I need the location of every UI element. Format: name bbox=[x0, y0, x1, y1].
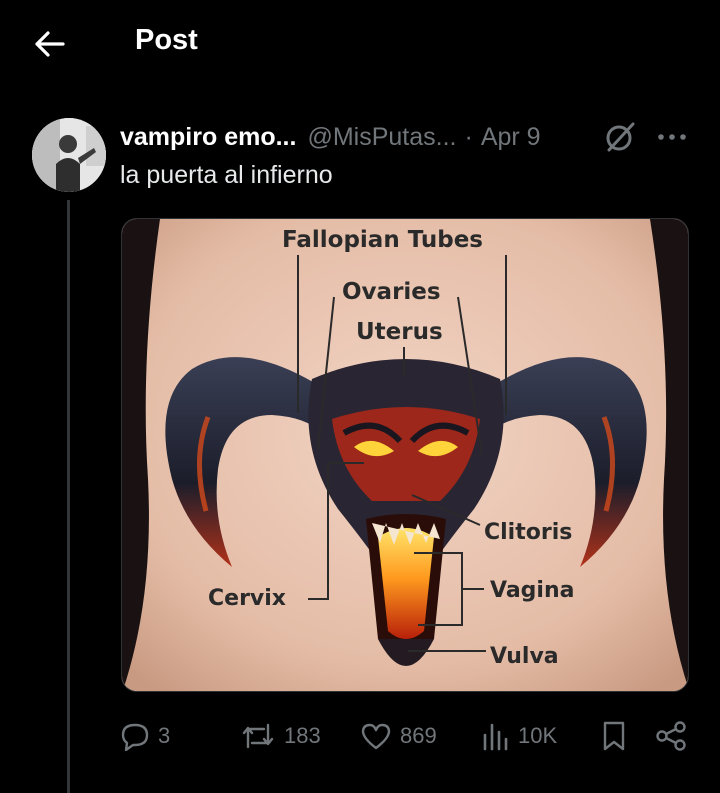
label-vagina: Vagina bbox=[490, 578, 574, 603]
reply-icon bbox=[121, 723, 149, 751]
arrow-left-icon bbox=[35, 31, 65, 57]
like-icon bbox=[361, 723, 391, 750]
top-bar: Post bbox=[0, 0, 720, 88]
label-cervix: Cervix bbox=[208, 586, 286, 611]
views-button[interactable]: 10K bbox=[480, 712, 557, 760]
bookmark-icon bbox=[603, 721, 625, 751]
views-icon bbox=[483, 723, 508, 751]
repost-button[interactable]: 183 bbox=[240, 712, 321, 760]
label-vulva: Vulva bbox=[490, 644, 559, 669]
label-clitoris: Clitoris bbox=[484, 520, 572, 545]
label-uterus: Uterus bbox=[356, 319, 443, 345]
display-name[interactable]: vampiro emo... bbox=[120, 123, 296, 152]
back-button[interactable] bbox=[30, 26, 70, 62]
user-handle[interactable]: @MisPutas... bbox=[307, 123, 456, 152]
post-header: vampiro emo... @MisPutas... · Apr 9 bbox=[120, 119, 541, 155]
page-title: Post bbox=[135, 24, 198, 56]
more-dots-icon bbox=[658, 134, 686, 140]
demon-uterus-illustration: Fallopian Tubes Ovaries Uterus Clitoris … bbox=[122, 219, 688, 691]
like-count: 869 bbox=[400, 723, 437, 748]
repost-icon bbox=[242, 723, 274, 749]
thread-line bbox=[67, 200, 70, 793]
label-ovaries: Ovaries bbox=[342, 279, 441, 305]
repost-count: 183 bbox=[284, 723, 321, 748]
grok-icon bbox=[606, 122, 635, 152]
label-fallopian-tubes: Fallopian Tubes bbox=[282, 227, 483, 253]
action-bar: 3 183 869 10K bbox=[0, 712, 720, 760]
reply-count: 3 bbox=[158, 723, 171, 748]
post-image[interactable]: Fallopian Tubes Ovaries Uterus Clitoris … bbox=[121, 218, 689, 692]
bookmark-button[interactable] bbox=[600, 712, 628, 760]
like-button[interactable]: 869 bbox=[360, 712, 437, 760]
separator-dot: · bbox=[464, 122, 473, 151]
post-text: la puerta al infierno bbox=[120, 161, 333, 189]
share-button[interactable] bbox=[654, 712, 688, 760]
avatar[interactable] bbox=[32, 118, 106, 192]
share-icon bbox=[656, 721, 686, 751]
grok-button[interactable] bbox=[603, 120, 637, 154]
post-date[interactable]: Apr 9 bbox=[481, 123, 541, 152]
more-button[interactable] bbox=[655, 124, 689, 150]
views-count: 10K bbox=[518, 723, 558, 748]
reply-button[interactable]: 3 bbox=[120, 712, 170, 760]
avatar-image bbox=[32, 118, 106, 192]
